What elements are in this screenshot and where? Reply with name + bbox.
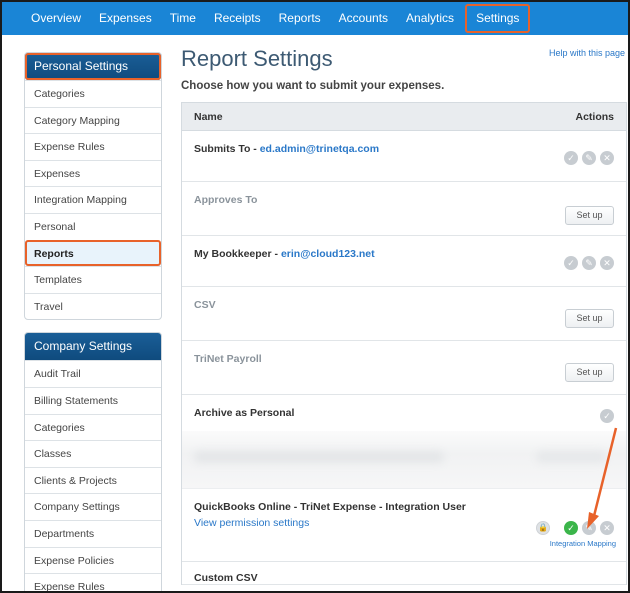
row-label-approves-to: Approves To [194, 194, 258, 206]
row-label-bookkeeper: My Bookkeeper - erin@cloud123.net [194, 248, 614, 260]
check-icon[interactable]: ✓ [564, 256, 578, 270]
table-row: Approves To Set up [182, 182, 626, 236]
submits-to-email-link[interactable]: ed.admin@trinetqa.com [260, 143, 379, 155]
personal-settings-group: Personal Settings Categories Category Ma… [24, 52, 162, 321]
close-icon[interactable]: ✕ [600, 151, 614, 165]
sidebar-item-personal[interactable]: Personal [25, 212, 161, 240]
app-window: Overview Expenses Time Receipts Reports … [0, 0, 630, 593]
row-actions: ✓ ✎ ✕ [564, 151, 614, 165]
sidebar-item-clients-projects[interactable]: Clients & Projects [25, 466, 161, 494]
integration-mapping-label[interactable]: Integration Mapping [550, 539, 616, 548]
sidebar-item-expense-policies[interactable]: Expense Policies [25, 546, 161, 574]
sidebar-item-integration-mapping[interactable]: Integration Mapping [25, 186, 161, 213]
row-label-submits-to: Submits To - ed.admin@trinetqa.com [194, 143, 614, 155]
nav-reports[interactable]: Reports [270, 2, 330, 35]
check-icon[interactable]: ✓ [564, 521, 578, 535]
personal-settings-header[interactable]: Personal Settings [25, 53, 161, 80]
sidebar-item-expenses[interactable]: Expenses [25, 159, 161, 187]
edit-pencil-icon[interactable]: ✎ [582, 256, 596, 270]
check-icon[interactable]: ✓ [600, 409, 614, 423]
sidebar-item-audit-trail[interactable]: Audit Trail [25, 360, 161, 387]
close-icon[interactable]: ✕ [600, 521, 614, 535]
row-label-archive-personal: Archive as Personal [194, 407, 295, 419]
nav-overview[interactable]: Overview [22, 2, 90, 35]
row-label-quickbooks: QuickBooks Online - TriNet Expense - Int… [194, 501, 466, 513]
sidebar-item-company-categories[interactable]: Categories [25, 413, 161, 441]
top-nav: Overview Expenses Time Receipts Reports … [2, 2, 628, 35]
sidebar-item-templates[interactable]: Templates [25, 266, 161, 293]
row-label-custom-csv: Custom CSV [194, 572, 258, 584]
company-settings-group: Company Settings Audit Trail Billing Sta… [24, 332, 162, 591]
help-link[interactable]: Help with this page [549, 48, 625, 58]
table-row: Submits To - ed.admin@trinetqa.com ✓ ✎ ✕ [182, 131, 626, 182]
row-label-text: My Bookkeeper - [194, 248, 281, 260]
trinet-payroll-setup-button[interactable]: Set up [565, 363, 614, 382]
nav-receipts[interactable]: Receipts [205, 2, 270, 35]
edit-pencil-icon[interactable]: ✎ [582, 521, 596, 535]
nav-time[interactable]: Time [161, 2, 205, 35]
row-actions: ✓ [600, 409, 614, 423]
close-icon[interactable]: ✕ [600, 256, 614, 270]
report-settings-table: Name Actions Submits To - ed.admin@trine… [181, 102, 627, 585]
column-header-name: Name [194, 110, 223, 123]
table-row: QuickBooks Online - TriNet Expense - Int… [182, 489, 626, 562]
sidebar-item-classes[interactable]: Classes [25, 440, 161, 467]
csv-setup-button[interactable]: Set up [565, 309, 614, 328]
sidebar-item-category-mapping[interactable]: Category Mapping [25, 106, 161, 134]
bookkeeper-email-link[interactable]: erin@cloud123.net [281, 248, 375, 260]
row-label-text: Submits To - [194, 143, 260, 155]
edit-pencil-icon[interactable]: ✎ [582, 151, 596, 165]
sidebar-item-reports[interactable]: Reports [25, 239, 161, 267]
column-header-actions: Actions [575, 110, 614, 123]
sidebar-item-expense-rules[interactable]: Expense Rules [25, 133, 161, 160]
table-header: Name Actions [182, 103, 626, 131]
blurred-text [536, 451, 606, 463]
main-content: Report Settings Help with this page Choo… [181, 46, 627, 585]
nav-settings[interactable]: Settings [465, 4, 531, 33]
lock-icon[interactable]: 🔒 [536, 521, 550, 535]
table-row: Archive as Personal ✓ [182, 395, 626, 431]
sidebar-item-company-settings[interactable]: Company Settings [25, 493, 161, 520]
sidebar-item-billing-statements[interactable]: Billing Statements [25, 386, 161, 414]
sidebar: Personal Settings Categories Category Ma… [24, 52, 162, 591]
table-row: CSV Set up [182, 287, 626, 341]
row-actions: ✓ ✎ ✕ [564, 256, 614, 270]
check-icon[interactable]: ✓ [564, 151, 578, 165]
table-row: My Bookkeeper - erin@cloud123.net ✓ ✎ ✕ [182, 236, 626, 287]
nav-analytics[interactable]: Analytics [397, 2, 463, 35]
row-label-csv: CSV [194, 299, 216, 311]
table-row: TriNet Payroll Set up [182, 341, 626, 395]
sidebar-item-travel[interactable]: Travel [25, 292, 161, 320]
nav-accounts[interactable]: Accounts [330, 2, 397, 35]
page-subtitle: Choose how you want to submit your expen… [181, 80, 445, 92]
table-row: Custom CSV [182, 562, 626, 585]
company-settings-header[interactable]: Company Settings [25, 333, 161, 361]
row-label-trinet-payroll: TriNet Payroll [194, 353, 262, 365]
blurred-row [182, 431, 626, 489]
row-actions: 🔒 ✓ ✎ ✕ [536, 521, 614, 535]
nav-expenses[interactable]: Expenses [90, 2, 161, 35]
blurred-text [194, 451, 444, 463]
approves-to-setup-button[interactable]: Set up [565, 206, 614, 225]
sidebar-item-company-expense-rules[interactable]: Expense Rules [25, 573, 161, 591]
sidebar-item-departments[interactable]: Departments [25, 519, 161, 547]
sidebar-item-categories[interactable]: Categories [25, 80, 161, 107]
